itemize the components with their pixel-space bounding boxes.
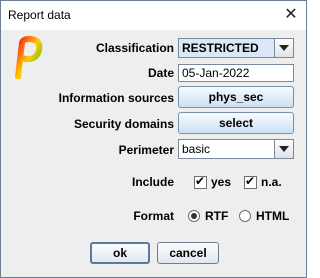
format-html-radio[interactable]	[239, 210, 251, 222]
include-yes-label: yes	[211, 175, 232, 189]
classification-select[interactable]: RESTRICTED	[178, 38, 294, 58]
format-rtf-label: RTF	[205, 209, 229, 223]
date-field[interactable]: 05-Jan-2022	[178, 64, 294, 82]
classification-value: RESTRICTED	[182, 41, 259, 55]
classification-label: Classification	[95, 41, 174, 55]
window-title: Report data	[8, 8, 71, 22]
format-label: Format	[133, 209, 174, 223]
include-na-checkbox[interactable]: ✔	[244, 174, 257, 189]
chevron-down-icon[interactable]	[274, 39, 293, 57]
information-sources-label: Information sources	[58, 91, 174, 105]
format-rtf-radio[interactable]	[188, 210, 200, 222]
title-bar[interactable]: Report data ✕	[1, 1, 306, 30]
information-sources-button[interactable]: phys_sec	[178, 86, 294, 108]
report-data-dialog: Report data ✕ Classification RESTRICTED …	[0, 0, 307, 278]
include-na-label: n.a.	[261, 175, 282, 189]
perimeter-select[interactable]: basic	[178, 139, 294, 159]
security-domains-label: Security domains	[73, 117, 174, 131]
date-value: 05-Jan-2022	[182, 66, 250, 80]
ok-button[interactable]: ok	[90, 242, 150, 264]
perimeter-label: Perimeter	[118, 143, 174, 157]
include-yes-checkbox[interactable]: ✔	[194, 174, 207, 189]
security-domains-button[interactable]: select	[178, 112, 294, 134]
date-label: Date	[147, 66, 174, 80]
cancel-button[interactable]: cancel	[157, 242, 219, 264]
perimeter-value: basic	[182, 142, 211, 156]
include-label: Include	[131, 175, 174, 189]
check-icon: ✔	[195, 174, 206, 188]
chevron-down-icon[interactable]	[274, 140, 293, 158]
p-logo-icon	[15, 36, 43, 79]
format-html-label: HTML	[256, 209, 290, 223]
close-icon[interactable]: ✕	[283, 6, 299, 22]
check-icon: ✔	[245, 174, 256, 188]
